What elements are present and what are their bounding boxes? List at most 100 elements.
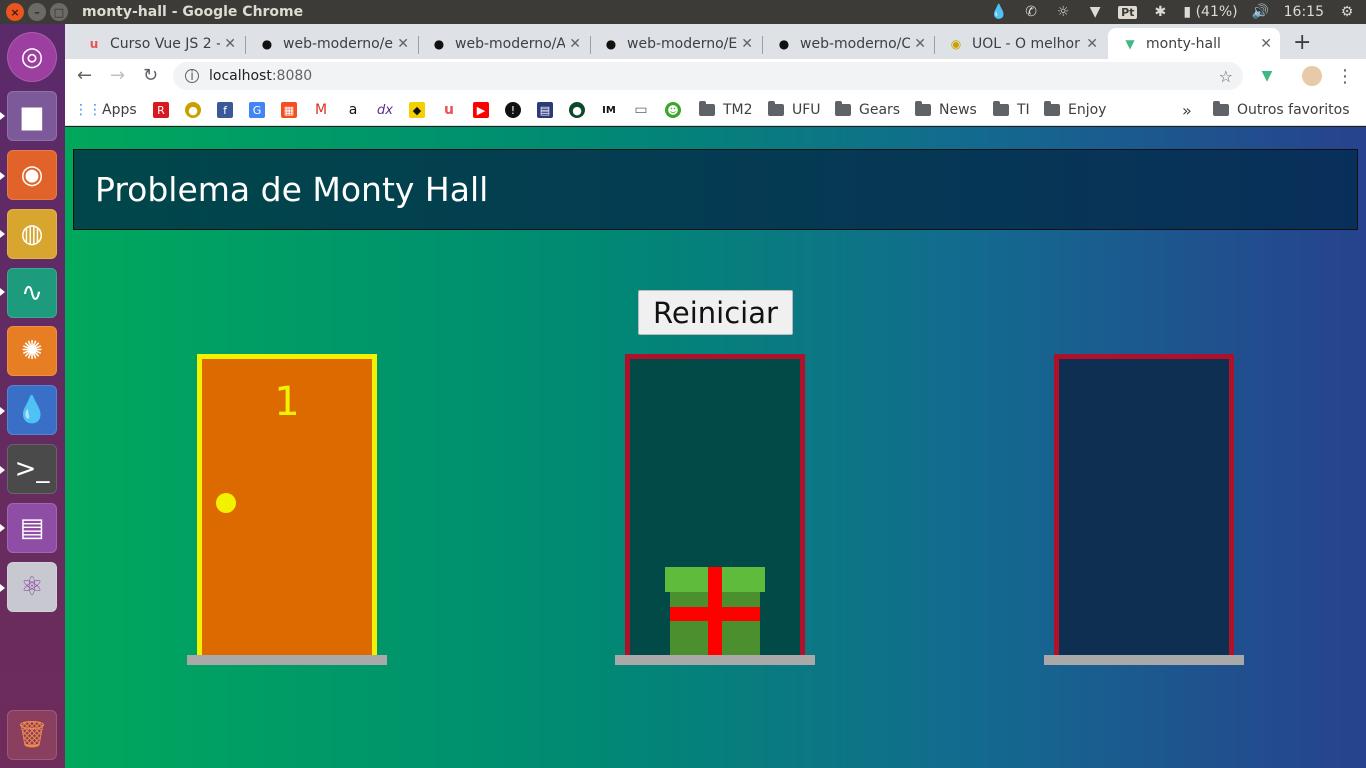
bookmark-im[interactable]: IM (601, 101, 623, 119)
atom-icon[interactable]: ⚛ (7, 562, 57, 612)
running-indicator (0, 112, 5, 120)
door-leaf[interactable]: 1 (202, 359, 372, 656)
bookmark-folder-gears[interactable]: Gears (835, 101, 900, 119)
bookmark-folder-news[interactable]: News (915, 101, 977, 119)
document-icon[interactable]: ▤ (7, 503, 57, 553)
terminal-icon[interactable]: >_ (7, 444, 57, 494)
brightness-icon[interactable]: ☼ (1054, 4, 1072, 20)
bookmark-gmail[interactable]: M (313, 101, 335, 119)
close-window-icon[interactable]: × (6, 3, 24, 21)
forward-arrow-icon[interactable]: → (110, 65, 125, 86)
door-opening (630, 359, 800, 656)
running-indicator (0, 466, 5, 474)
bookmark-folder-enjoy[interactable]: Enjoy (1044, 101, 1106, 119)
tab-curso-vue[interactable]: u Curso Vue JS 2 - ✕ (72, 28, 244, 59)
drop-icon[interactable]: 💧 (7, 385, 57, 435)
bookmark-other-favorites[interactable]: Outros favoritos (1213, 101, 1350, 119)
door-floor (1044, 655, 1244, 665)
close-tab-icon[interactable]: ✕ (1260, 36, 1272, 52)
battery-indicator[interactable]: ▮ (41%) (1183, 4, 1237, 20)
bookmark-folder-ufu[interactable]: UFU (768, 101, 821, 119)
folder-icon[interactable]: ▆ (7, 91, 57, 141)
bookmark-udemy[interactable]: u (441, 101, 463, 119)
bookmark-uol[interactable]: ● (185, 101, 207, 119)
close-tab-icon[interactable]: ✕ (569, 36, 581, 52)
close-tab-icon[interactable]: ✕ (914, 36, 926, 52)
bookmark-alert[interactable]: ! (505, 101, 527, 119)
drop-icon[interactable]: 💧 (990, 4, 1008, 20)
tab-web-moderno-1[interactable]: ● web-moderno/e ✕ (245, 28, 417, 59)
reload-icon[interactable]: ↻ (143, 65, 158, 86)
os-top-panel: × – □ monty-hall - Google Chrome 💧 ✆ ☼ ▼… (0, 0, 1366, 24)
circle-icon: ● (569, 102, 585, 118)
door-3[interactable] (1044, 354, 1244, 665)
bookmark-dx[interactable]: dx (377, 101, 399, 119)
window-title: monty-hall - Google Chrome (82, 4, 304, 20)
trash-icon[interactable]: 🗑 (7, 710, 57, 760)
bluetooth-icon[interactable]: ✱ (1151, 4, 1169, 20)
bookmark-facebook[interactable]: f (217, 101, 239, 119)
page-title: Problema de Monty Hall (95, 170, 489, 209)
bookmark-folder-tm2[interactable]: TM2 (699, 101, 753, 119)
volume-icon[interactable]: 🔊 (1252, 4, 1270, 20)
door-1[interactable]: 1 (187, 354, 387, 665)
bookmark-nerd[interactable]: ◆ (409, 101, 431, 119)
orange-icon[interactable]: ✺ (7, 326, 57, 376)
bookmark-folder-ti[interactable]: TI (993, 101, 1030, 119)
pulse-icon[interactable]: ∿ (7, 268, 57, 318)
address-bar[interactable]: i localhost:8080 ☆ (173, 62, 1243, 90)
reset-button[interactable]: Reiniciar (638, 290, 793, 335)
bookmark-apps[interactable]: ⋮⋮ Apps (74, 101, 137, 119)
close-tab-icon[interactable]: ✕ (224, 36, 236, 52)
udemy-icon: u (441, 102, 457, 118)
profile-avatar[interactable] (1302, 66, 1322, 86)
youtube-icon: ▶ (473, 102, 489, 118)
bookmarks-overflow-chevron-icon[interactable]: » (1182, 101, 1192, 120)
bookmark-news[interactable]: ▤ (537, 101, 559, 119)
bookmark-microsoft[interactable]: ▦ (281, 101, 303, 119)
new-tab-icon[interactable]: + (1293, 30, 1311, 55)
bookmark-amazon[interactable]: a (345, 101, 367, 119)
bookmark-label: Enjoy (1068, 102, 1107, 118)
keyboard-layout-indicator[interactable]: Pt (1118, 5, 1138, 19)
door-frame (625, 354, 805, 656)
github-icon: ● (778, 36, 790, 51)
bookmark-book[interactable]: ▭ (633, 101, 655, 119)
folder-icon (768, 101, 784, 116)
chrome-icon[interactable]: ◍ (7, 209, 57, 259)
bookmark-rock[interactable]: R (153, 101, 175, 119)
bookmark-youtube[interactable]: ▶ (473, 101, 495, 119)
tab-strip: u Curso Vue JS 2 - ✕ ● web-moderno/e ✕ ●… (65, 24, 1366, 59)
menu-kebab-icon[interactable]: ⋮ (1335, 66, 1355, 87)
clock[interactable]: 16:15 (1284, 4, 1324, 20)
power-gear-icon[interactable]: ⚙ (1338, 4, 1356, 20)
minimize-window-icon[interactable]: – (28, 3, 46, 21)
bookmark-star-icon[interactable]: ☆ (1219, 67, 1233, 86)
tab-web-moderno-2[interactable]: ● web-moderno/A ✕ (417, 28, 589, 59)
back-arrow-icon[interactable]: ← (77, 65, 92, 86)
vue-devtools-icon[interactable]: ▼ (1257, 66, 1277, 86)
bookmark-frog[interactable]: ☻ (665, 101, 687, 119)
maximize-window-icon[interactable]: □ (50, 3, 68, 21)
tab-web-moderno-3[interactable]: ● web-moderno/E ✕ (589, 28, 761, 59)
ubuntu-logo-icon[interactable]: ◎ (7, 32, 57, 82)
chat-icon[interactable]: ✆ (1022, 4, 1040, 20)
tab-monty-hall[interactable]: ▼ monty-hall ✕ (1108, 28, 1280, 59)
gift-ribbon-vertical (708, 567, 722, 656)
firefox-icon[interactable]: ◉ (7, 150, 57, 200)
info-icon[interactable]: i (185, 69, 199, 84)
close-tab-icon[interactable]: ✕ (741, 36, 753, 52)
door-2[interactable] (615, 354, 815, 665)
tab-web-moderno-4[interactable]: ● web-moderno/C ✕ (762, 28, 934, 59)
bookmark-translate[interactable]: G (249, 101, 271, 119)
close-tab-icon[interactable]: ✕ (397, 36, 409, 52)
frog-icon: ☻ (665, 102, 681, 118)
bookmark-circle[interactable]: ● (569, 101, 591, 119)
folder-icon (915, 101, 931, 116)
bookmark-label: Outros favoritos (1237, 102, 1350, 118)
close-tab-icon[interactable]: ✕ (1086, 36, 1098, 52)
tab-uol[interactable]: ◉ UOL - O melhor ✕ (934, 28, 1106, 59)
exclamation-icon: ! (505, 102, 521, 118)
door-knob[interactable] (216, 493, 236, 513)
wifi-icon[interactable]: ▼ (1086, 4, 1104, 20)
